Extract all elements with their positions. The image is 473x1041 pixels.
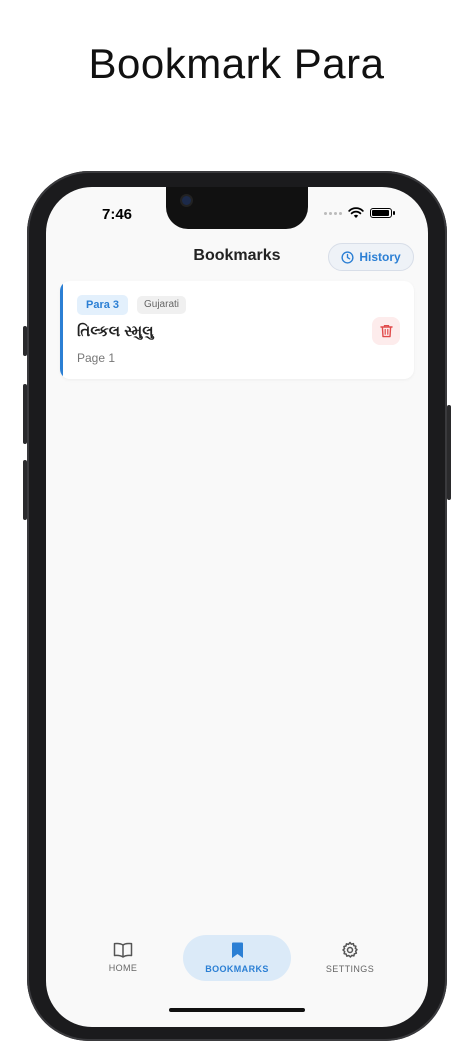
tab-home[interactable]: HOME xyxy=(83,927,163,987)
para-badge: Para 3 xyxy=(77,295,129,315)
status-icons xyxy=(324,207,395,219)
camera-icon xyxy=(182,196,191,205)
volume-up-button xyxy=(23,384,27,444)
tab-bookmarks[interactable]: BOOKMARKS xyxy=(183,935,291,981)
tab-bar: HOME BOOKMARKS SETTINGS xyxy=(46,927,428,987)
tab-bookmarks-label: BOOKMARKS xyxy=(205,964,269,974)
status-time: 7:46 xyxy=(102,206,133,223)
promo-title: Bookmark Para xyxy=(88,40,385,87)
bookmark-title: તિલ્કલ સ્મુલુ xyxy=(77,323,154,340)
tab-settings-label: SETTINGS xyxy=(325,963,375,974)
language-badge: Gujarati xyxy=(137,296,187,314)
home-indicator xyxy=(169,1008,305,1012)
tab-home-label: HOME xyxy=(108,962,138,973)
clock-icon xyxy=(341,250,354,264)
history-button-label: History xyxy=(359,250,401,264)
app-screen: 7:46 Bookmarks History Para 3 Gujarati ત… xyxy=(46,187,428,1027)
tab-settings[interactable]: SETTINGS xyxy=(310,927,390,987)
wifi-icon xyxy=(348,207,364,218)
delete-bookmark-button[interactable] xyxy=(372,317,400,345)
notch xyxy=(166,187,308,229)
mute-switch xyxy=(23,326,27,356)
gear-icon xyxy=(342,941,358,958)
trash-icon xyxy=(379,324,393,338)
bookmark-icon xyxy=(231,942,243,958)
power-button xyxy=(447,405,451,500)
bookmark-page: Page 1 xyxy=(77,351,116,365)
signal-icon xyxy=(324,211,342,215)
volume-down-button xyxy=(23,460,27,520)
book-open-icon xyxy=(113,942,133,958)
battery-icon xyxy=(370,208,395,218)
bookmark-card[interactable]: Para 3 Gujarati તિલ્કલ સ્મુલુ Page 1 xyxy=(60,281,414,379)
card-accent-bar xyxy=(60,281,63,379)
history-button[interactable]: History xyxy=(328,243,414,271)
